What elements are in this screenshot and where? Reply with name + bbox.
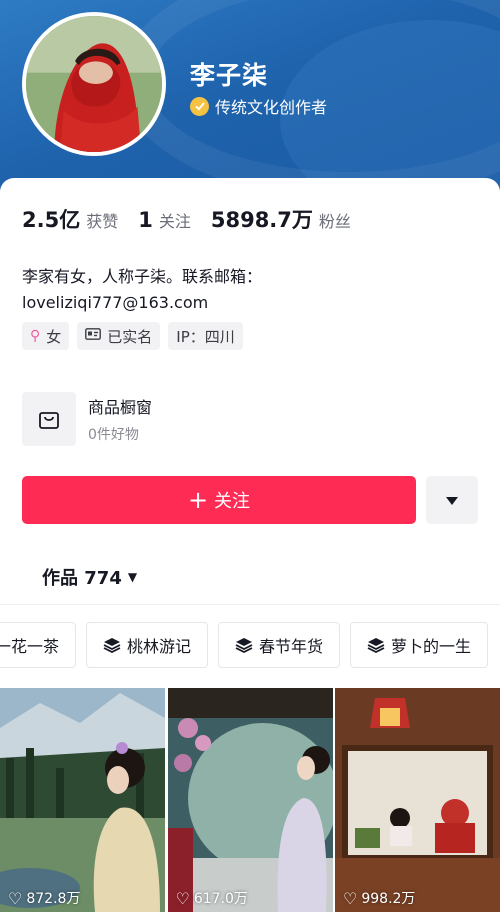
layers-icon	[103, 637, 121, 653]
gender-label: 女	[46, 327, 62, 346]
likes-count-label: 872.8万	[26, 891, 81, 907]
video-thumbnail[interactable]: ♡ 998.2万	[335, 688, 500, 912]
video-thumbnail[interactable]: ♡ 872.8万	[0, 688, 165, 912]
verification-badge: 传统文化创作者	[190, 94, 327, 118]
followers-label[interactable]: 粉丝	[319, 208, 351, 232]
verified-identity-tag: 已实名	[77, 322, 161, 350]
bio-line: 李家有女，人称子柒。联系邮箱：	[22, 267, 263, 286]
collection-chip[interactable]: 一花一茶	[0, 622, 77, 668]
video-likes: ♡ 617.0万	[176, 888, 248, 908]
collection-label: 春节年货	[259, 637, 324, 656]
following-count[interactable]: 1	[138, 208, 153, 232]
verified-identity-label: 已实名	[107, 327, 153, 346]
followers-count[interactable]: 5898.7万	[211, 204, 313, 234]
collection-chips: 一花一茶 桃林游记 春节年货 萝卜的一生	[0, 622, 498, 668]
verification-label: 传统文化创作者	[215, 98, 328, 117]
ip-location-tag: IP：四川	[168, 322, 243, 350]
video-grid: ♡ 872.8万 ♡ 617.0万 ♡ 998.2万	[0, 688, 500, 912]
video-cover-image	[335, 688, 500, 912]
caret-down-icon	[445, 491, 459, 510]
plus-icon: +	[187, 486, 209, 514]
collection-label: 一花一茶	[0, 637, 60, 656]
avatar[interactable]	[22, 12, 166, 156]
video-cover-image	[167, 688, 333, 912]
likes-count-label: 617.0万	[193, 891, 248, 907]
video-likes: ♡ 998.2万	[343, 888, 415, 908]
more-options-button[interactable]	[426, 476, 478, 524]
works-tab-label: 作品 774	[42, 568, 122, 589]
collection-chip[interactable]: 春节年货	[218, 622, 341, 668]
avatar-image	[26, 16, 162, 152]
bio: 李家有女，人称子柒。联系邮箱： loveliziqi777@163.com	[22, 264, 262, 316]
verified-check-icon	[190, 96, 209, 116]
likes-label[interactable]: 获赞	[86, 208, 118, 232]
profile-tags: ⚲ 女 已实名 IP：四川	[22, 322, 251, 350]
id-card-icon	[85, 328, 102, 344]
follow-label: 关注	[214, 491, 251, 512]
collection-chip[interactable]: 萝卜的一生	[350, 622, 489, 668]
female-icon: ⚲	[30, 328, 41, 344]
heart-icon: ♡	[8, 888, 23, 908]
follow-button[interactable]: + 关注	[22, 476, 416, 524]
following-label[interactable]: 关注	[159, 208, 191, 232]
likes-count[interactable]: 2.5亿	[22, 204, 80, 234]
shop-window[interactable]: 商品橱窗 0件好物	[22, 392, 152, 446]
tab-works[interactable]: 作品 774 ▼	[42, 564, 137, 590]
caret-down-icon: ▼	[127, 570, 138, 584]
collection-chip[interactable]: 桃林游记	[86, 622, 209, 668]
ip-location-label: IP：四川	[176, 327, 235, 346]
layers-icon	[367, 637, 385, 653]
video-cover-image	[0, 688, 165, 912]
likes-count-label: 998.2万	[361, 891, 416, 907]
collection-label: 萝卜的一生	[391, 637, 472, 656]
profile-stats: 2.5亿 获赞 1 关注 5898.7万 粉丝	[22, 204, 371, 234]
shop-subtitle: 0件好物	[88, 427, 139, 443]
heart-icon: ♡	[175, 888, 190, 908]
video-likes: ♡ 872.8万	[8, 888, 80, 908]
shopping-bag-icon	[22, 392, 76, 446]
gender-tag: ⚲ 女	[22, 322, 70, 350]
heart-icon: ♡	[343, 888, 358, 908]
video-thumbnail[interactable]: ♡ 617.0万	[167, 688, 333, 912]
shop-title: 商品橱窗	[88, 398, 153, 417]
layers-icon	[235, 637, 253, 653]
username: 李子柒	[190, 61, 269, 90]
bio-email: loveliziqi777@163.com	[22, 293, 209, 312]
divider	[0, 604, 500, 605]
collection-label: 桃林游记	[127, 637, 192, 656]
